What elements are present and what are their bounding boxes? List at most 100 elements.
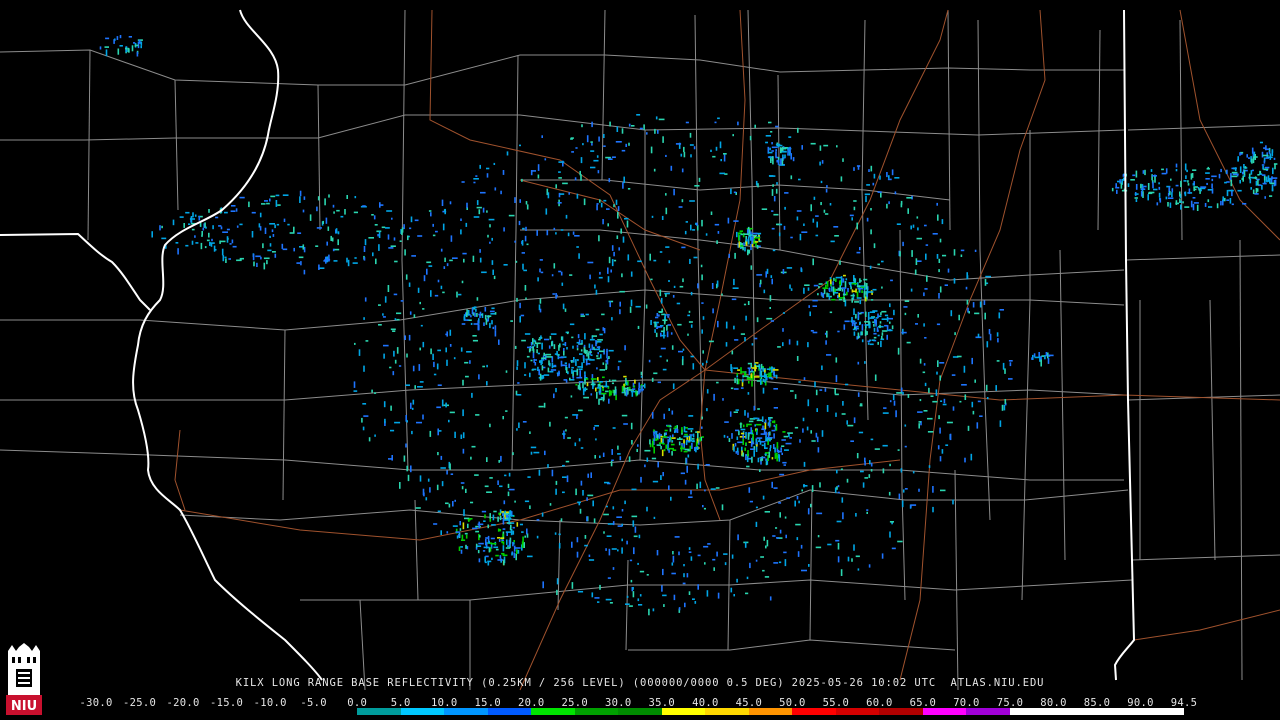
echo-pixel — [1254, 193, 1259, 195]
echo-pixel — [498, 512, 500, 515]
echo-pixel — [383, 344, 389, 347]
echo-pixel — [830, 240, 835, 243]
echo-pixel — [408, 334, 411, 341]
echo-pixel — [576, 537, 579, 543]
echo-pixel — [771, 227, 775, 230]
echo-pixel — [551, 342, 553, 345]
echo-pixel — [565, 367, 568, 373]
echo-pixel — [477, 320, 479, 324]
echo-pixel — [495, 548, 499, 551]
echo-pixel — [562, 303, 565, 310]
echo-pixel — [778, 453, 780, 459]
echo-pixel — [576, 415, 578, 419]
echo-pixel — [936, 254, 939, 259]
echo-pixel — [775, 149, 777, 152]
echo-pixel — [236, 259, 242, 262]
echo-pixel — [569, 377, 571, 381]
echo-pixel — [781, 452, 783, 455]
echo-pixel — [561, 282, 564, 286]
echo-pixel — [1237, 158, 1239, 162]
echo-pixel — [1226, 189, 1229, 197]
echo-pixel — [543, 402, 546, 408]
echo-pixel — [678, 206, 683, 208]
echo-pixel — [487, 234, 489, 238]
echo-pixel — [728, 438, 731, 442]
echo-pixel — [797, 551, 800, 557]
echo-pixel — [882, 468, 885, 474]
echo-pixel — [638, 382, 640, 389]
echo-pixel — [530, 446, 537, 449]
echo-pixel — [1187, 183, 1190, 186]
echo-pixel — [877, 329, 879, 332]
echo-pixel — [1231, 203, 1234, 206]
echo-pixel — [396, 312, 402, 315]
echo-pixel — [568, 363, 570, 369]
echo-pixel — [768, 417, 770, 421]
echo-pixel — [422, 308, 425, 310]
echo-pixel — [498, 539, 501, 542]
echo-pixel — [422, 488, 425, 496]
echo-pixel — [598, 136, 600, 142]
echo-pixel — [856, 297, 862, 299]
echo-pixel — [478, 558, 481, 563]
echo-pixel — [559, 193, 565, 195]
echo-pixel — [1147, 194, 1149, 201]
echo-pixel — [538, 469, 541, 476]
echo-pixel — [406, 465, 408, 472]
echo-pixel — [731, 366, 733, 373]
echo-pixel — [325, 217, 328, 224]
echo-pixel — [505, 547, 511, 549]
echo-pixel — [692, 363, 695, 370]
echo-pixel — [449, 463, 451, 470]
echo-pixel — [808, 305, 810, 308]
echo-pixel — [771, 156, 774, 161]
echo-pixel — [603, 145, 606, 147]
echo-pixel — [271, 229, 274, 233]
echo-pixel — [603, 385, 609, 388]
echo-pixel — [612, 521, 615, 526]
echo-pixel — [997, 338, 999, 343]
echo-pixel — [1186, 169, 1188, 173]
echo-pixel — [649, 439, 651, 445]
echo-pixel — [594, 597, 600, 599]
echo-pixel — [602, 219, 604, 225]
echo-pixel — [819, 482, 821, 488]
echo-pixel — [658, 432, 661, 439]
echo-pixel — [924, 337, 927, 339]
echo-pixel — [1251, 169, 1254, 172]
echo-pixel — [664, 429, 668, 432]
echo-pixel — [837, 295, 839, 299]
echo-pixel — [1220, 200, 1222, 206]
echo-pixel — [471, 445, 476, 448]
echo-pixel — [834, 393, 839, 396]
echo-pixel — [530, 359, 533, 362]
echo-pixel — [706, 590, 709, 597]
echo-pixel — [803, 377, 806, 380]
echo-pixel — [1165, 196, 1168, 200]
echo-pixel — [609, 121, 611, 127]
echo-pixel — [715, 146, 718, 151]
echo-pixel — [445, 502, 449, 505]
echo-pixel — [826, 354, 832, 356]
echo-pixel — [448, 419, 450, 423]
echo-pixel — [809, 311, 811, 317]
echo-pixel — [377, 234, 379, 237]
echo-pixel — [484, 514, 486, 519]
echo-pixel — [484, 485, 489, 488]
echo-pixel — [668, 485, 670, 490]
echo-pixel — [473, 178, 479, 180]
echo-pixel — [856, 453, 859, 459]
echo-pixel — [600, 202, 603, 208]
echo-pixel — [895, 410, 897, 418]
echo-pixel — [1200, 189, 1202, 192]
echo-pixel — [503, 500, 506, 505]
echo-pixel — [458, 293, 462, 296]
echo-pixel — [576, 345, 579, 348]
echo-pixel — [570, 137, 574, 139]
echo-pixel — [1263, 168, 1269, 171]
echo-pixel — [601, 313, 605, 316]
echo-pixel — [562, 464, 565, 467]
echo-pixel — [515, 553, 517, 561]
echo-pixel — [408, 282, 411, 287]
echo-pixel — [786, 497, 790, 499]
